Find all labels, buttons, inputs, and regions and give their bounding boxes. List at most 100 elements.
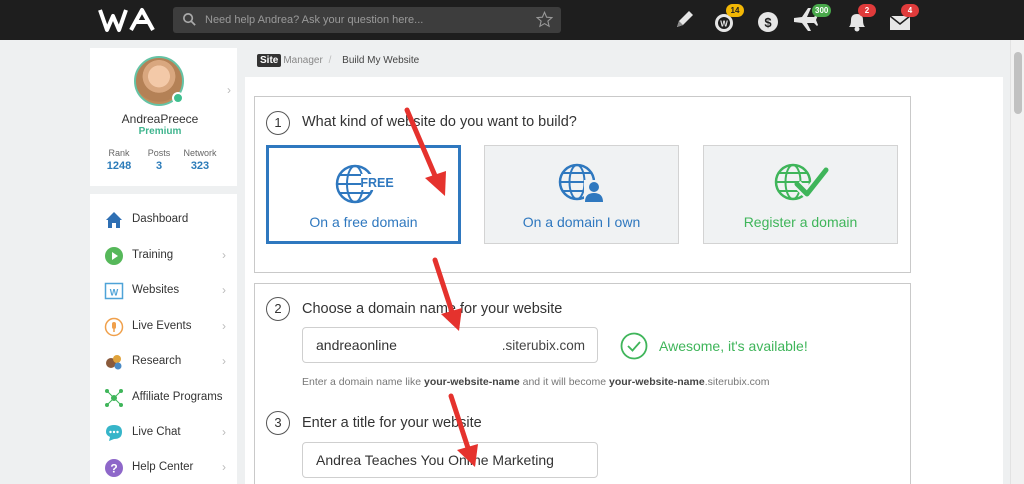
sidebar-item-label: Dashboard: [132, 213, 189, 225]
option-label: Register a domain: [743, 214, 858, 230]
live-events-icon: [104, 317, 124, 337]
home-icon: [106, 212, 122, 228]
notifications-badge: 2: [858, 4, 876, 17]
chevron-right-icon: ›: [222, 460, 226, 474]
sidebar-item-dashboard[interactable]: Dashboard: [90, 204, 237, 234]
globe-user-icon: [558, 163, 604, 202]
domain-hint: Enter a domain name like your-website-na…: [302, 376, 769, 388]
research-icon: [106, 355, 122, 370]
sidebar-item-label: Affiliate Programs: [132, 391, 223, 403]
option-free-domain[interactable]: FREE On a free domain: [266, 145, 461, 244]
breadcrumb-current: Build My Website: [342, 55, 420, 66]
stat-value: 323: [190, 160, 210, 172]
step-3-question: Enter a title for your website: [302, 415, 482, 431]
help-icon: ?: [105, 459, 123, 477]
option-register-domain[interactable]: Register a domain: [703, 145, 898, 244]
breadcrumb-manager-link[interactable]: Manager: [283, 55, 322, 66]
star-icon[interactable]: [536, 11, 553, 28]
sidebar-item-websites[interactable]: W Websites ›: [90, 275, 237, 305]
stat-value: 1248: [106, 160, 132, 172]
pencil-icon[interactable]: [670, 6, 698, 34]
step-1-question: What kind of website do you want to buil…: [302, 114, 577, 130]
check-circle-icon: [620, 332, 648, 360]
stat-rank[interactable]: Rank 1248: [104, 148, 134, 172]
dollar-icon[interactable]: $: [754, 6, 782, 34]
page-scrollbar[interactable]: [1010, 40, 1024, 484]
notifications-button[interactable]: 2: [843, 4, 876, 34]
sidebar-item-live-chat[interactable]: Live Chat ›: [90, 417, 237, 447]
flights-button[interactable]: 300: [792, 4, 832, 34]
option-label: On a domain I own: [522, 214, 641, 230]
globe-check-icon: [774, 163, 829, 201]
membership-badge: Premium: [138, 126, 182, 137]
step-1-number: 1: [266, 111, 290, 135]
website-title-field[interactable]: [302, 442, 598, 478]
stat-label: Posts: [147, 148, 171, 158]
svg-text:W: W: [110, 288, 119, 298]
hint-example: your-website-name: [608, 376, 705, 388]
search-bar[interactable]: [173, 7, 561, 33]
sidebar-item-label: Websites: [132, 284, 180, 296]
free-badge-text: FREE: [360, 176, 393, 190]
stat-label: Rank: [108, 148, 130, 158]
sidebar-item-label: Help Center: [132, 461, 194, 473]
availability-message: Awesome, it's available!: [659, 338, 808, 354]
sidebar-item-help-center[interactable]: ? Help Center ›: [90, 452, 237, 482]
chat-icon: [106, 425, 122, 441]
sidebar-navigation: Dashboard Training › W Websites › Live E…: [90, 194, 237, 484]
chevron-right-icon: ›: [222, 283, 226, 297]
sidebar-item-label: Live Chat: [132, 426, 181, 438]
chevron-right-icon[interactable]: ›: [227, 83, 231, 97]
play-icon: [105, 247, 123, 265]
stat-posts[interactable]: Posts 3: [144, 148, 174, 172]
svg-text:$: $: [764, 15, 772, 30]
sidebar-item-label: Live Events: [132, 320, 192, 332]
credits-badge: 14: [726, 4, 744, 17]
sidebar-item-live-events[interactable]: Live Events ›: [90, 311, 237, 341]
option-label: On a free domain: [309, 214, 418, 230]
svg-text:W: W: [720, 20, 728, 29]
profile-username[interactable]: AndreaPreece: [90, 112, 230, 126]
step-3-number: 3: [266, 411, 290, 435]
globe-free-icon: FREE: [335, 164, 393, 204]
hint-text: and it will become: [519, 376, 609, 388]
websites-icon: W: [104, 282, 124, 300]
sidebar-item-training[interactable]: Training ›: [90, 240, 237, 270]
wealthy-affiliate-logo[interactable]: [98, 6, 160, 34]
affiliate-icon: [105, 389, 123, 407]
credits-button[interactable]: W 14: [711, 4, 744, 34]
top-navigation-bar: W 14 $ 300 2 4: [0, 0, 1024, 40]
chevron-right-icon: ›: [222, 319, 226, 333]
search-icon: [183, 13, 196, 26]
chevron-right-icon: ›: [222, 425, 226, 439]
domain-suffix: .siterubix.com: [501, 338, 585, 353]
scrollbar-thumb[interactable]: [1014, 52, 1022, 114]
sidebar-item-label: Training: [132, 249, 174, 261]
breadcrumb-separator: /: [328, 55, 332, 66]
website-title-input[interactable]: [316, 443, 591, 477]
sidebar-item-label: Research: [132, 355, 182, 367]
stat-network[interactable]: Network 323: [180, 148, 220, 172]
chevron-right-icon: ›: [222, 354, 226, 368]
messages-badge: 4: [901, 4, 919, 17]
domain-name-field[interactable]: .siterubix.com: [302, 327, 598, 363]
breadcrumb-site-logo[interactable]: Site: [257, 54, 282, 67]
profile-card[interactable]: › AndreaPreece Premium Rank 1248 Posts 3…: [90, 48, 237, 186]
flights-badge: 300: [812, 4, 832, 17]
sidebar-item-affiliate-programs[interactable]: Affiliate Programs: [90, 382, 237, 412]
svg-text:?: ?: [110, 462, 117, 476]
hint-text: .siterubix.com: [704, 376, 770, 388]
online-status-icon: [172, 92, 184, 104]
breadcrumb: Site Manager / Build My Website: [257, 54, 420, 67]
domain-name-input[interactable]: [316, 328, 496, 362]
stat-label: Network: [183, 148, 217, 158]
option-own-domain[interactable]: On a domain I own: [484, 145, 679, 244]
messages-button[interactable]: 4: [886, 4, 919, 34]
hint-text: Enter a domain name like: [302, 376, 424, 388]
stat-value: 3: [155, 160, 163, 172]
hint-example: your-website-name: [423, 376, 520, 388]
search-input[interactable]: [205, 7, 525, 33]
chevron-right-icon: ›: [222, 248, 226, 262]
sidebar-item-research[interactable]: Research ›: [90, 346, 237, 376]
step-2-question: Choose a domain name for your website: [302, 301, 563, 317]
